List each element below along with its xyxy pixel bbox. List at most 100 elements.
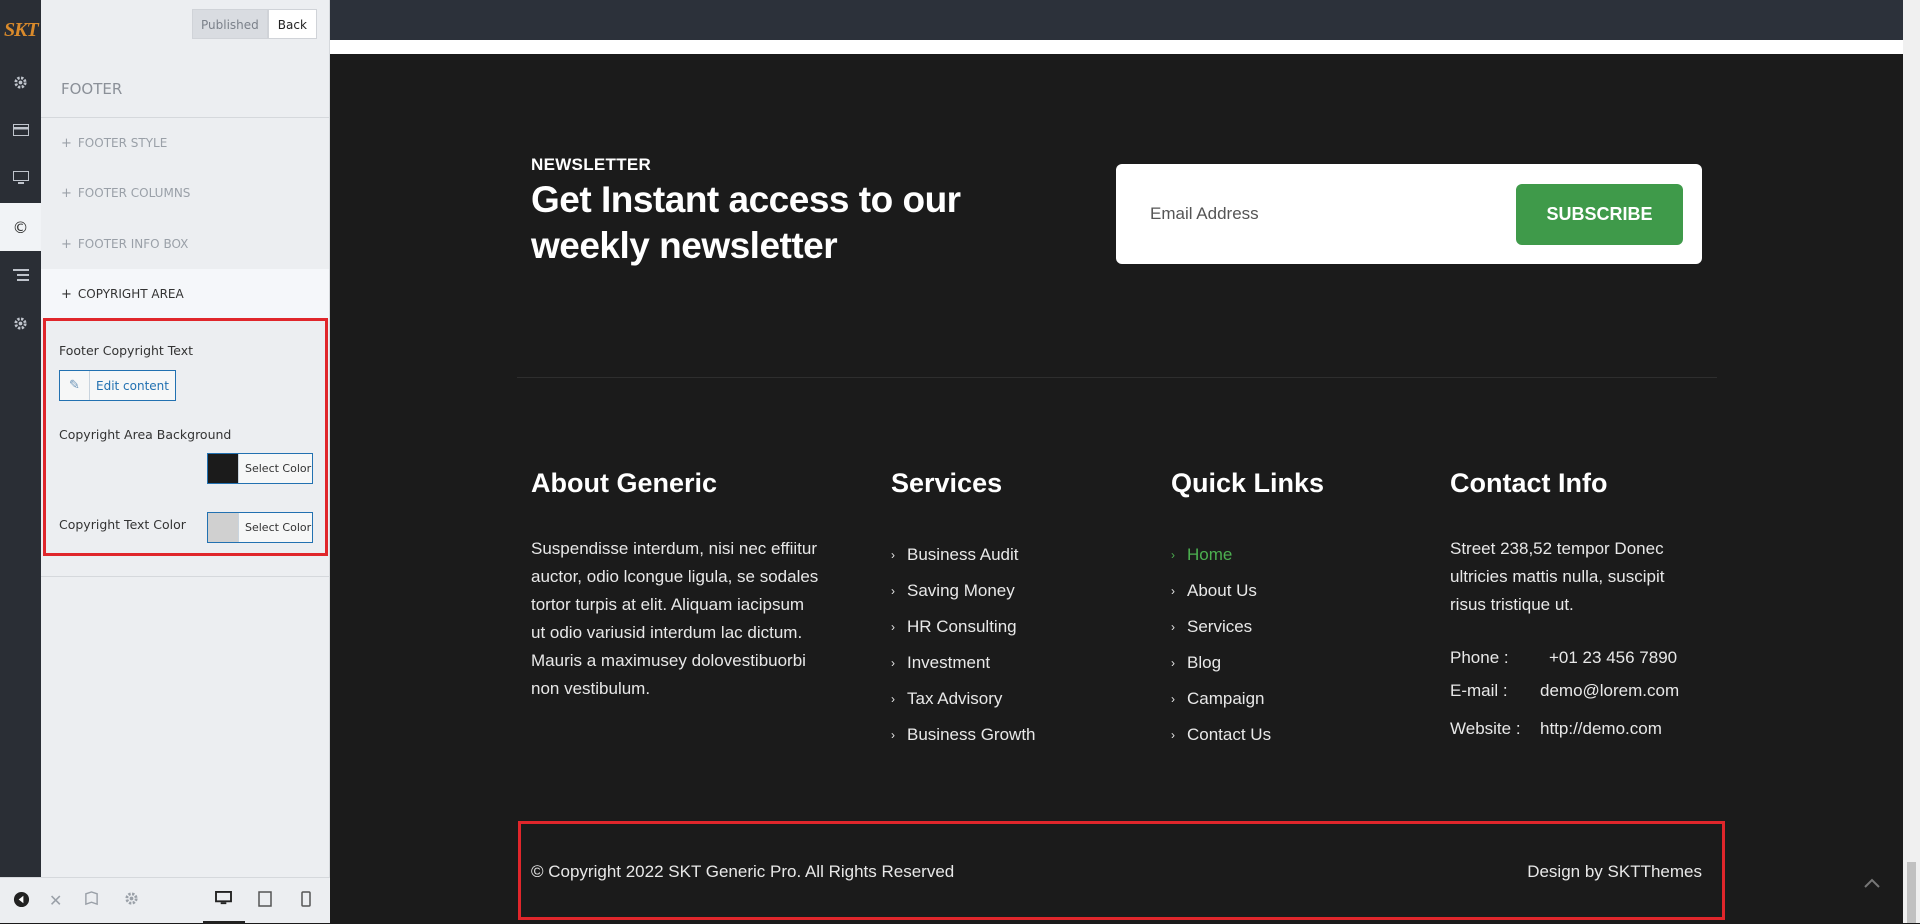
- tablet-preview-icon[interactable]: [258, 891, 272, 911]
- book-icon[interactable]: [84, 891, 99, 910]
- page-scrollbar[interactable]: [1903, 0, 1920, 923]
- accordion-label: FOOTER STYLE: [77, 136, 168, 150]
- phone-label: Phone :: [1450, 648, 1509, 667]
- link-label: Contact Us: [1187, 725, 1272, 744]
- quick-link-home[interactable]: › Home: [1171, 537, 1271, 573]
- published-button[interactable]: Published: [192, 9, 268, 39]
- link-label: HR Consulting: [907, 617, 1017, 636]
- chevron-right-icon: ›: [1171, 584, 1175, 598]
- scrollbar-thumb[interactable]: [1907, 862, 1916, 923]
- plus-icon: +: [61, 236, 72, 252]
- plus-icon: +: [61, 286, 72, 302]
- preview-white-band: [330, 40, 1903, 54]
- color-swatch: [208, 454, 239, 483]
- services-heading: Services: [891, 468, 1003, 498]
- services-link[interactable]: › HR Consulting: [891, 609, 1036, 645]
- quick-link[interactable]: › About Us: [1171, 573, 1271, 609]
- desktop-preview-icon[interactable]: [215, 891, 232, 910]
- chevron-right-icon: ›: [891, 692, 895, 706]
- copyright-text-color-label: Copyright Text Color: [59, 517, 186, 532]
- phone-value[interactable]: +01 23 456 7890: [1549, 648, 1677, 668]
- customizer-footer-bar: ✕: [0, 877, 330, 924]
- plus-icon: +: [61, 135, 72, 151]
- preview-top-strip: [330, 0, 1903, 40]
- section-title: FOOTER: [61, 80, 123, 98]
- skt-logo: SKT: [4, 19, 39, 41]
- accordion-label: FOOTER COLUMNS: [77, 186, 191, 200]
- copyright-icon[interactable]: ©: [0, 203, 41, 251]
- contact-email: E-mail : demo@lorem.com: [1450, 681, 1679, 701]
- footer-copyright-text-label: Footer Copyright Text: [59, 343, 194, 358]
- services-link[interactable]: › Tax Advisory: [891, 681, 1036, 717]
- services-link[interactable]: › Business Growth: [891, 717, 1036, 753]
- quick-link[interactable]: › Contact Us: [1171, 717, 1271, 753]
- edit-content-label: Edit content: [96, 378, 169, 393]
- about-text: Suspendisse interdum, nisi nec effiitur …: [531, 539, 819, 698]
- select-color-label: Select Color: [245, 521, 312, 534]
- services-link[interactable]: › Business Audit: [891, 537, 1036, 573]
- accordion-footer-style[interactable]: + FOOTER STYLE: [41, 118, 329, 168]
- accordion-label: COPYRIGHT AREA: [77, 287, 184, 301]
- link-label: Tax Advisory: [907, 689, 1003, 708]
- link-label: Saving Money: [907, 581, 1015, 600]
- footer-separator: [517, 377, 1717, 378]
- services-link[interactable]: › Investment: [891, 645, 1036, 681]
- quick-link[interactable]: › Services: [1171, 609, 1271, 645]
- bg-color-picker[interactable]: Select Color: [207, 453, 313, 484]
- divider: [41, 576, 329, 577]
- gear-icon[interactable]: [0, 58, 41, 106]
- copyright-bg-label: Copyright Area Background: [59, 427, 232, 442]
- link-label: Business Audit: [907, 545, 1019, 564]
- accordion-label: FOOTER INFO BOX: [77, 237, 189, 251]
- website-value[interactable]: http://demo.com: [1540, 719, 1662, 739]
- close-icon[interactable]: ✕: [49, 891, 62, 910]
- quick-link[interactable]: › Blog: [1171, 645, 1271, 681]
- link-label: Blog: [1187, 653, 1222, 672]
- about-heading: About Generic: [531, 468, 718, 498]
- link-label: About Us: [1187, 581, 1257, 600]
- chevron-right-icon: ›: [891, 728, 895, 742]
- monitor-icon[interactable]: [0, 154, 41, 202]
- text-color-picker[interactable]: Select Color: [207, 512, 313, 543]
- contact-heading: Contact Info: [1450, 468, 1608, 498]
- chevron-right-icon: ›: [1171, 620, 1175, 634]
- collapse-icon[interactable]: [13, 891, 30, 912]
- services-link[interactable]: › Saving Money: [891, 573, 1036, 609]
- link-label: Campaign: [1187, 689, 1265, 708]
- quick-link[interactable]: › Campaign: [1171, 681, 1271, 717]
- list-icon[interactable]: [0, 251, 41, 299]
- gear-icon[interactable]: [124, 891, 139, 910]
- gear-icon[interactable]: [0, 299, 41, 347]
- email-input[interactable]: [1150, 194, 1480, 234]
- services-list: › Business Audit › Saving Money › HR Consul…: [891, 537, 1036, 753]
- chevron-right-icon: ›: [891, 548, 895, 562]
- back-button[interactable]: Back: [267, 9, 317, 39]
- contact-address: Street 238,52 tempor Donec ultricies mat…: [1450, 539, 1665, 614]
- subscribe-button[interactable]: SUBSCRIBE: [1516, 184, 1683, 245]
- chevron-right-icon: ›: [891, 620, 895, 634]
- link-label: Home: [1187, 545, 1233, 564]
- email-value[interactable]: demo@lorem.com: [1540, 681, 1679, 701]
- copyright-icon-glyph: ©: [12, 217, 29, 237]
- edit-content-button[interactable]: ✎ Edit content: [59, 370, 176, 401]
- pencil-icon: ✎: [60, 371, 90, 400]
- link-label: Investment: [907, 653, 991, 672]
- mobile-preview-icon[interactable]: [301, 891, 311, 911]
- quick-links-list: › Home › About Us › Services › Blog › Campaig…: [1171, 537, 1271, 753]
- chevron-right-icon: ›: [891, 656, 895, 670]
- accordion-copyright-area[interactable]: + COPYRIGHT AREA: [41, 269, 329, 319]
- plus-icon: +: [61, 185, 72, 201]
- select-color-label: Select Color: [245, 462, 312, 475]
- email-label: E-mail :: [1450, 681, 1508, 700]
- accordion-footer-columns[interactable]: + FOOTER COLUMNS: [41, 168, 329, 218]
- accordion-footer-info-box[interactable]: + FOOTER INFO BOX: [41, 219, 329, 269]
- scroll-to-top-icon[interactable]: [1859, 870, 1885, 896]
- newsletter-label: NEWSLETTER: [531, 155, 652, 174]
- contact-phone: Phone : +01 23 456 7890: [1450, 648, 1677, 668]
- color-swatch: [208, 513, 239, 542]
- chevron-right-icon: ›: [1171, 548, 1175, 562]
- customizer-icon-sidebar: SKT ©: [0, 0, 41, 923]
- design-credit[interactable]: Design by SKTThemes: [1525, 862, 1702, 882]
- newsletter-form: SUBSCRIBE: [1116, 164, 1702, 264]
- card-icon[interactable]: [0, 106, 41, 154]
